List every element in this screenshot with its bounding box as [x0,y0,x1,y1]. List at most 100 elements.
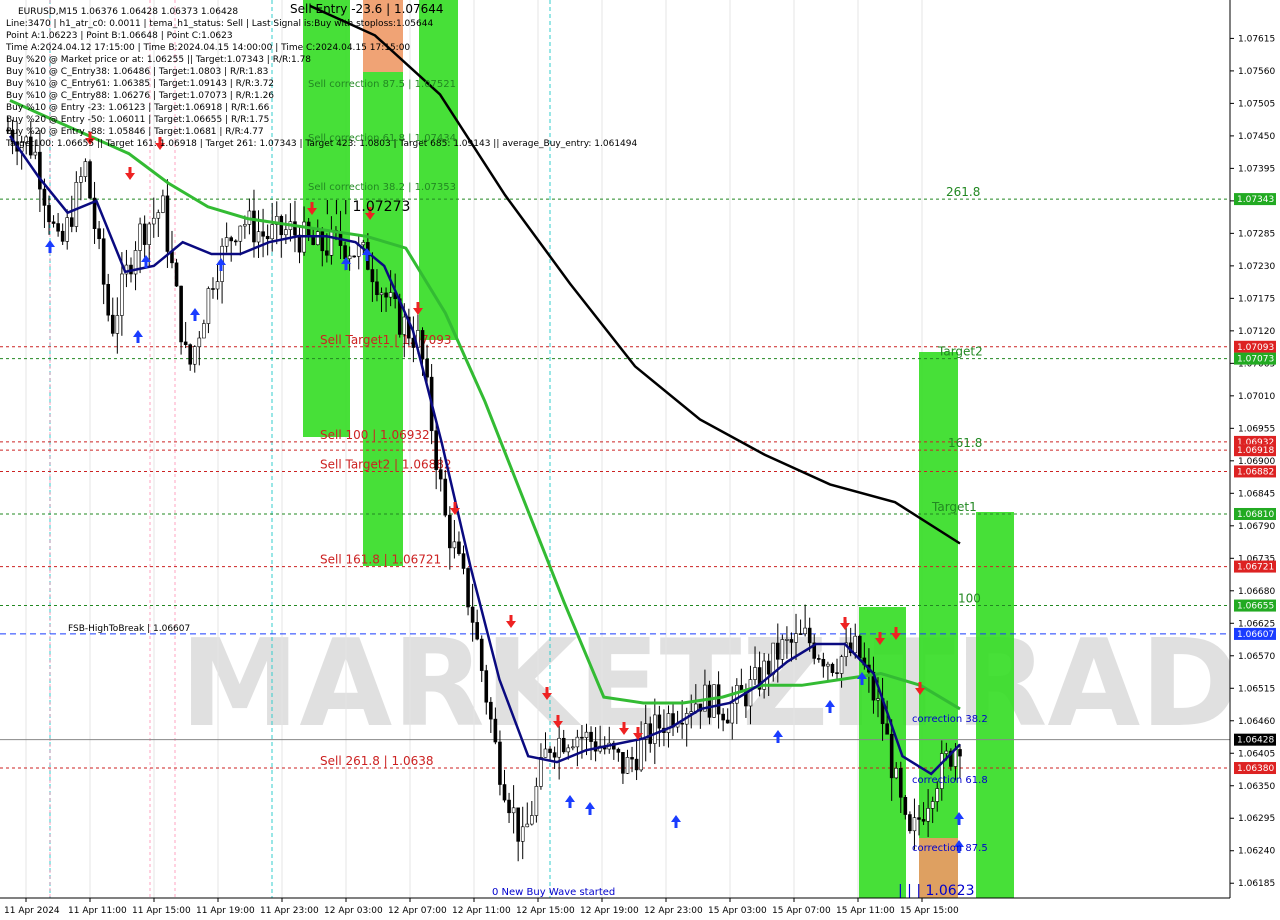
candle-body [65,217,70,242]
price-tag-label: 1.06655 [1237,602,1274,612]
x-tick-label: 11 Apr 15:00 [132,906,191,916]
candle-body [384,292,388,298]
candle-body [753,667,757,680]
level-label: Sell Target1 | 1.07093 [320,333,452,347]
candle-body [766,660,771,675]
candle-body [206,288,211,324]
y-tick-label: 1.07505 [1238,99,1275,109]
candle-body [785,639,789,641]
candle-body [33,151,38,156]
candle-body [388,292,393,298]
candle-body [138,223,142,251]
chart-annotation: Sell Entry -23.6 | 1.07644 [290,2,444,16]
candle-body [120,273,124,316]
candle-body [224,237,229,247]
candle-body [498,741,502,785]
candle-body [775,642,780,660]
candle-body [229,237,233,242]
candle-body [106,283,111,316]
candle-body [88,161,92,199]
candle-body [183,341,188,345]
price-tag-label: 1.07343 [1237,195,1274,205]
candle-body [580,736,584,739]
candle-body [484,670,489,703]
candle-body [115,315,120,334]
candle-body [511,807,516,814]
level-label: 100 [958,592,981,606]
candle-body [803,627,807,635]
level-label: 261.8 [946,185,980,199]
info-line: Target100: 1.06655 || Target 161: 1.0691… [5,139,638,149]
candle-body [566,747,571,753]
candle-body [876,698,880,701]
y-tick-label: 1.06955 [1238,424,1275,434]
price-tag-label: 1.07093 [1237,343,1274,353]
candle-body [479,638,484,671]
candle-body [625,757,630,774]
candle-body [425,358,429,378]
candle-body [543,748,548,758]
candle-body [101,238,106,285]
chart-annotation: 0 New Buy Wave started [492,887,615,898]
candle-body [51,221,56,224]
candle-body [935,788,940,802]
candle-body [151,217,156,225]
candle-body [771,642,776,675]
price-tag-label: 1.06380 [1237,764,1274,774]
candle-body [898,768,903,798]
info-line: Buy %10 @ Entry -23: 1.06123 | Target:1.… [6,103,270,113]
candle-body [56,223,60,232]
x-tick-label: 15 Apr 15:00 [900,906,959,916]
candle-body [192,346,197,365]
chart-annotation: | | | 1.0623 [898,883,975,899]
candle-body [839,656,844,674]
info-line: Buy %10 @ C_Entry38: 1.06486 | Target:1.… [6,67,268,77]
y-tick-label: 1.06515 [1238,684,1275,694]
candle-body [343,245,347,260]
candle-body [584,731,589,738]
candle-body [807,627,812,644]
y-tick-label: 1.07395 [1238,164,1275,174]
price-tag-label: 1.06918 [1237,446,1274,456]
candle-body [402,316,407,335]
candle-body [903,796,908,815]
candle-body [712,684,716,718]
candle-body [438,469,443,480]
candle-body [315,231,320,245]
time-axis: 11 Apr 2024 11 Apr 11:00 11 Apr 15:00 11 Ap… [0,897,1280,920]
candle-body [520,826,525,842]
candle-body [908,814,912,832]
y-tick-label: 1.07560 [1238,67,1275,77]
candle-body [325,250,329,256]
chart-annotation: Sell correction 38.2 | 1.07353 [308,182,456,193]
candle-body [47,205,51,223]
candle-body [361,242,366,246]
y-tick-label: 1.06460 [1238,717,1275,727]
candle-body [233,240,238,243]
candle-body [548,748,552,753]
candle-body [502,784,507,801]
x-tick-label: 12 Apr 11:00 [452,906,511,916]
candle-body [452,541,457,549]
candle-body [780,639,785,660]
y-tick-label: 1.06185 [1238,879,1275,889]
candle-body [265,235,270,240]
candle-body [202,323,206,339]
candle-body [475,622,479,640]
price-tag-label: 1.06721 [1237,563,1274,573]
price-chart[interactable]: MARKETZITRADE 261.8Sell Target1 | 1.0709… [0,0,1280,920]
info-line: Buy %20 @ Entry -50: 1.06011 | Target:1.… [6,115,269,125]
candle-body [188,344,193,365]
x-tick-label: 12 Apr 03:00 [324,906,383,916]
info-line: Buy %20 @ Market price or at: 1.06255 ||… [6,55,311,65]
level-label: Sell 161.8 | 1.06721 [320,553,441,567]
candle-body [926,808,930,822]
info-line: Point A:1.06223 | Point B:1.06648 | Poin… [6,31,233,41]
candle-body [38,151,42,190]
candle-body [561,737,566,753]
x-tick-label: 11 Apr 19:00 [196,906,255,916]
time-axis-background [0,898,1280,920]
candle-body [42,188,47,206]
candle-body [830,663,835,673]
candle-body [110,314,115,334]
